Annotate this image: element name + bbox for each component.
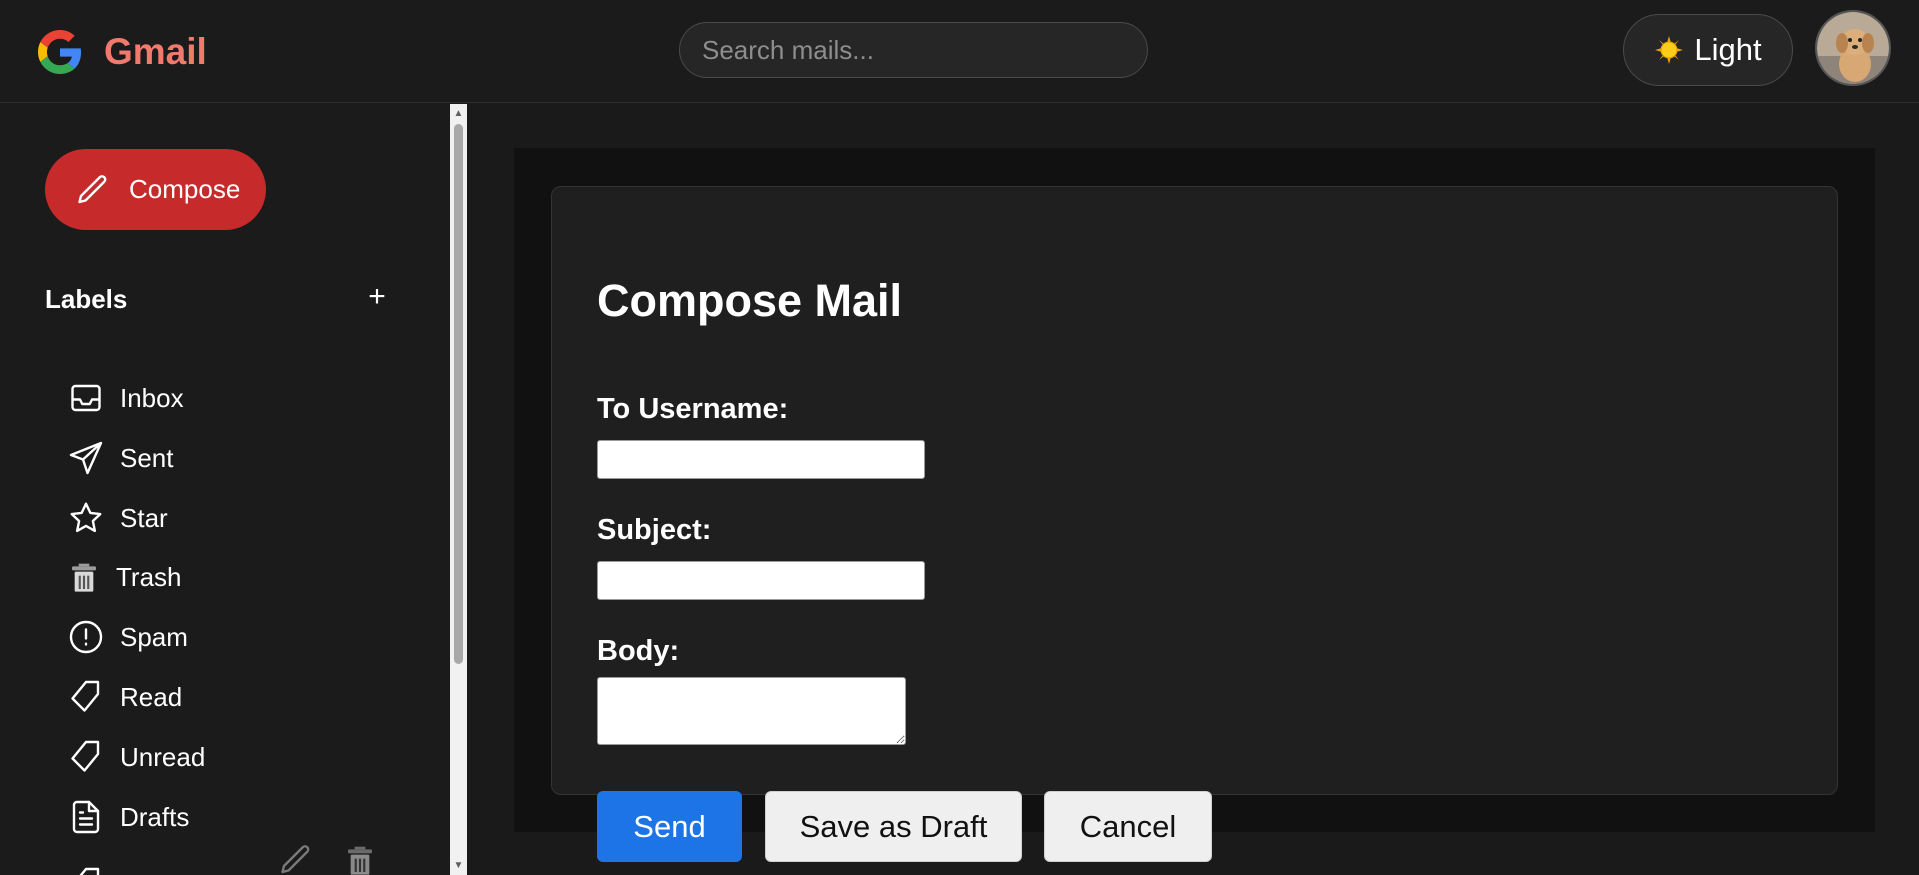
trash-icon — [72, 563, 96, 592]
sidebar-item-label: Unread — [120, 741, 206, 772]
puppy-avatar-image — [1817, 12, 1889, 84]
sidebar-item-label: Read — [120, 681, 183, 712]
save-draft-button[interactable]: Save as Draft — [765, 791, 1022, 862]
sidebar-scrollbar[interactable]: ▲ ▼ — [450, 104, 467, 875]
sidebar-item-drafts[interactable]: Drafts — [68, 795, 189, 839]
theme-toggle-button[interactable]: Light — [1623, 14, 1793, 86]
alert-circle-icon — [69, 620, 103, 654]
sidebar-item-label: Trash — [116, 561, 182, 592]
to-username-label: To Username: — [597, 393, 789, 425]
sidebar-item-new[interactable]: new — [68, 862, 168, 875]
sidebar-item-read[interactable]: Read — [68, 675, 182, 719]
tag-icon — [79, 867, 100, 875]
tag-icon — [71, 680, 100, 712]
document-icon — [72, 800, 100, 834]
subject-label: Subject: — [597, 514, 712, 546]
cancel-button[interactable]: Cancel — [1044, 791, 1212, 862]
edit-label-icon[interactable] — [278, 842, 314, 875]
sidebar-item-label: Spam — [120, 621, 188, 652]
star-icon — [70, 502, 102, 533]
labels-heading: Labels — [45, 284, 128, 314]
sidebar-item-unread[interactable]: Unread — [68, 735, 205, 779]
add-label-button[interactable]: + — [364, 280, 390, 314]
top-header: Gmail Light — [0, 0, 1919, 103]
compose-button[interactable]: Compose — [45, 149, 266, 230]
sidebar-item-trash[interactable]: Trash — [68, 555, 182, 599]
sidebar-item-label: new — [120, 869, 168, 875]
sidebar-item-sent[interactable]: Sent — [68, 436, 174, 480]
avatar[interactable] — [1815, 10, 1891, 86]
send-icon — [69, 441, 103, 475]
search-input[interactable] — [679, 22, 1148, 78]
scrollbar-thumb[interactable] — [454, 124, 463, 664]
scroll-up-arrow-icon[interactable]: ▲ — [453, 108, 464, 119]
to-username-field[interactable] — [597, 440, 925, 479]
sidebar: Compose Labels + Inbox Sent Star Trash S… — [0, 104, 450, 875]
body-label: Body: — [597, 635, 680, 667]
sidebar-item-star[interactable]: Star — [68, 496, 168, 540]
sun-icon — [1655, 36, 1684, 64]
google-logo-icon — [38, 30, 82, 74]
sidebar-item-label: Drafts — [120, 801, 190, 832]
sidebar-item-inbox[interactable]: Inbox — [68, 376, 184, 420]
label-actions — [278, 842, 376, 875]
delete-label-icon[interactable] — [344, 842, 376, 875]
sidebar-item-label: Sent — [120, 442, 174, 473]
body-field[interactable] — [597, 677, 906, 745]
sidebar-item-label: Star — [120, 502, 168, 533]
theme-toggle-label: Light — [1694, 32, 1762, 67]
page-title: Compose Mail — [597, 275, 903, 326]
sidebar-item-label: Inbox — [120, 382, 184, 413]
subject-field[interactable] — [597, 561, 925, 600]
brand-title: Gmail — [104, 31, 207, 72]
send-button[interactable]: Send — [597, 791, 742, 862]
compose-button-label: Compose — [129, 174, 241, 204]
scroll-down-arrow-icon[interactable]: ▼ — [453, 860, 464, 871]
tag-icon — [71, 740, 100, 772]
sidebar-item-spam[interactable]: Spam — [68, 615, 188, 659]
pencil-icon — [78, 174, 107, 203]
inbox-icon — [71, 384, 101, 412]
